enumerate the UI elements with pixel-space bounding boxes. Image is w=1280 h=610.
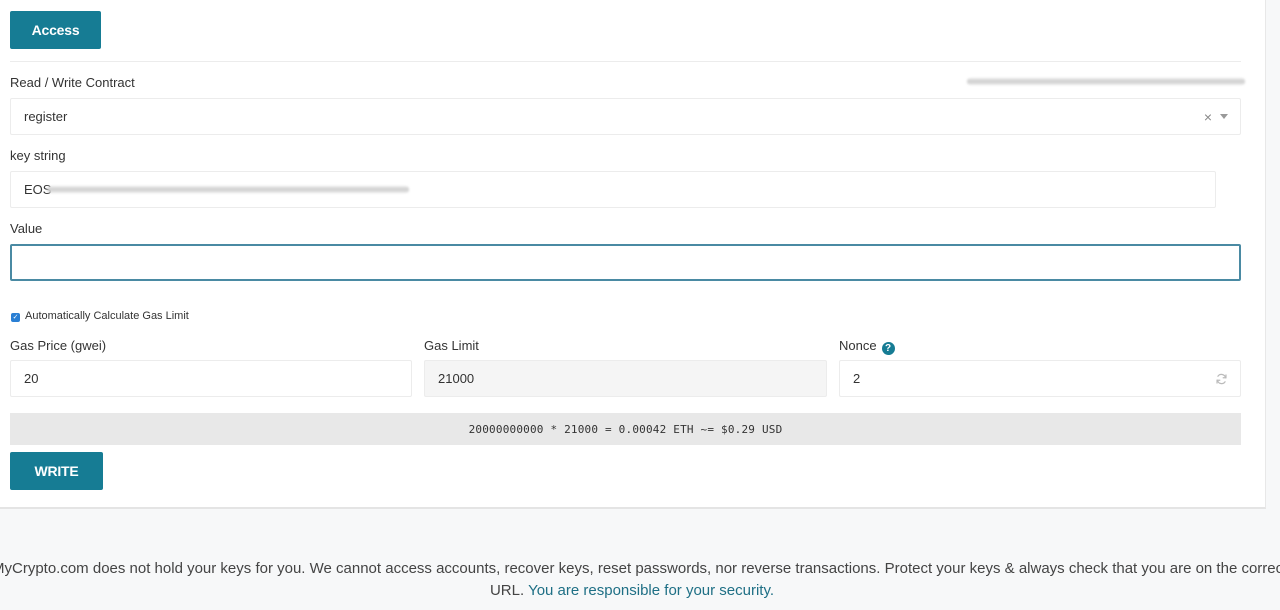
write-button[interactable]: WRITE (10, 452, 103, 490)
fee-summary-text: 20000000000 * 21000 = 0.00042 ETH ~= $0.… (468, 422, 783, 436)
chevron-down-icon[interactable] (1220, 114, 1228, 119)
contract-function-label: Read / Write Contract (10, 75, 135, 90)
gas-price-label: Gas Price (gwei) (10, 338, 107, 353)
help-icon[interactable]: ? (881, 342, 895, 355)
auto-gas-checkbox[interactable]: ✓ (11, 313, 20, 322)
gas-price-input[interactable]: 20 (10, 360, 412, 397)
redacted-address (967, 78, 1245, 85)
footer-text: MyCrypto.com does not hold your keys for… (0, 560, 1280, 577)
value-input[interactable] (10, 244, 1241, 281)
footer-text2: URL. (489, 582, 525, 599)
key-string-label: key string (10, 148, 66, 163)
nonce-label: Nonce (839, 338, 877, 353)
value-label: Value (10, 221, 43, 236)
function-select[interactable]: register × (10, 98, 1241, 135)
fee-summary: 20000000000 * 21000 = 0.00042 ETH ~= $0.… (10, 413, 1241, 445)
nonce-value: 2 (853, 371, 861, 386)
function-select-value: register (24, 109, 68, 124)
divider (10, 61, 1241, 62)
access-button[interactable]: Access (10, 11, 101, 49)
gas-limit-input[interactable]: 21000 (424, 360, 827, 397)
nonce-input[interactable]: 2 (839, 360, 1241, 397)
footer-disclaimer: MyCrypto.com does not hold your keys for… (0, 558, 1280, 602)
check-icon: ✓ (12, 314, 19, 321)
gas-limit-label: Gas Limit (424, 338, 479, 353)
refresh-icon[interactable] (1215, 372, 1228, 385)
clear-icon[interactable]: × (1204, 109, 1212, 125)
auto-gas-label[interactable]: Automatically Calculate Gas Limit (25, 310, 189, 322)
gas-price-value: 20 (24, 371, 39, 386)
contract-panel: Access Read / Write Contract register × … (0, 0, 1266, 509)
security-link[interactable]: You are responsible for your security. (528, 582, 774, 599)
nonce-label-wrap: Nonce? (839, 338, 895, 355)
footer-line2: URL. You are responsible for your securi… (0, 580, 1272, 602)
gas-limit-value: 21000 (438, 371, 475, 386)
redacted-key (47, 186, 409, 193)
